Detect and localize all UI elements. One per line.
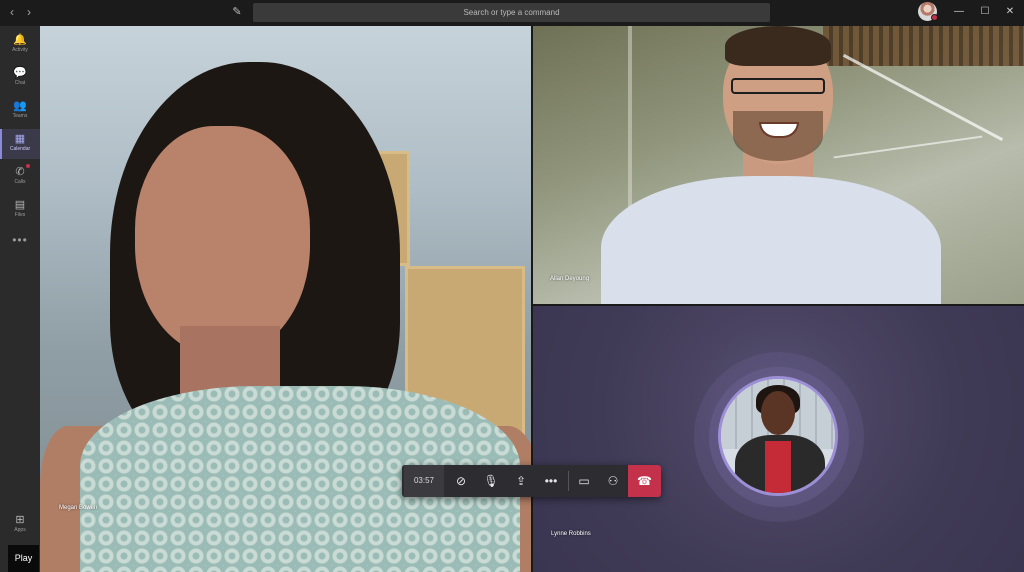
participant-face [135, 126, 310, 356]
compose-icon[interactable]: ✎ [229, 4, 245, 20]
mic-toggle-icon[interactable]: 🎙 [476, 465, 506, 497]
participant-shirt [601, 176, 941, 304]
app-rail: 🔔 Activity 💬 Chat 👥 Teams ▦ Calendar ✆ C… [0, 26, 40, 572]
chat-toggle-icon[interactable]: ▭ [569, 465, 599, 497]
participant-name-lynne: Lynne Robbins [551, 531, 591, 537]
teams-icon: 👥 [13, 100, 27, 112]
maximize-icon[interactable]: ☐ [976, 4, 994, 20]
rail-item-teams[interactable]: 👥 Teams [0, 96, 40, 126]
rail-item-label: Activity [12, 47, 28, 53]
presence-badge [931, 14, 938, 21]
avatar-face [761, 391, 795, 435]
rail-item-label: Chat [14, 80, 26, 86]
participant-hair [725, 26, 831, 66]
rail-item-apps[interactable]: ⊞ Apps [0, 510, 40, 540]
avatar-shirt [765, 441, 791, 493]
play-button[interactable]: Play [8, 545, 39, 572]
rail-item-calendar[interactable]: ▦ Calendar [0, 129, 40, 159]
call-timer: 03:57 [404, 465, 444, 497]
rail-item-label: Calendar [9, 146, 31, 152]
more-options-icon[interactable]: ••• [536, 465, 566, 497]
participant-name-megan: Megan Bowen [59, 505, 98, 511]
bell-icon: 🔔 [13, 34, 27, 46]
active-indicator [0, 129, 2, 159]
call-controls: 03:57 ⊘ 🎙 ⇪ ••• ▭ ⚇ ☎ [402, 465, 661, 497]
minimize-icon[interactable]: — [950, 4, 968, 20]
rail-item-chat[interactable]: 💬 Chat [0, 63, 40, 93]
participants-icon[interactable]: ⚇ [598, 465, 628, 497]
apps-icon: ⊞ [15, 514, 25, 526]
notification-dot [26, 164, 30, 168]
rail-item-calls[interactable]: ✆ Calls [0, 162, 40, 192]
close-icon[interactable]: ✕ [1001, 4, 1019, 20]
calendar-icon: ▦ [14, 133, 26, 145]
search-box[interactable]: Search or type a command [253, 3, 770, 22]
more-apps-icon[interactable]: ••• [0, 233, 40, 247]
back-arrow-icon[interactable]: ‹ [4, 4, 20, 20]
light-streak [842, 53, 1004, 142]
share-screen-icon[interactable]: ⇪ [506, 465, 536, 497]
rail-item-label: Apps [14, 527, 26, 533]
rail-item-files[interactable]: ▤ Files [0, 195, 40, 225]
rail-item-label: Teams [12, 113, 28, 119]
video-tile-lynne[interactable]: Lynne Robbins [533, 306, 1024, 572]
participant-avatar-lynne [718, 376, 838, 496]
title-bar: ‹ › ✎ Search or type a command — ☐ ✕ [0, 0, 1024, 26]
light-streak [833, 135, 983, 159]
hang-up-button[interactable]: ☎ [628, 465, 661, 497]
participant-name-allan: Allan Deyoung [550, 276, 590, 282]
phone-icon: ✆ [15, 166, 25, 178]
rail-item-label: Calls [14, 179, 26, 185]
camera-toggle-icon[interactable]: ⊘ [446, 465, 476, 497]
video-tile-allan[interactable]: Allan Deyoung [533, 26, 1024, 304]
rail-item-activity[interactable]: 🔔 Activity [0, 30, 40, 60]
files-icon: ▤ [14, 199, 26, 211]
glasses [731, 78, 825, 94]
rail-item-label: Files [14, 212, 26, 218]
chat-icon: 💬 [13, 67, 27, 79]
forward-arrow-icon[interactable]: › [21, 4, 37, 20]
